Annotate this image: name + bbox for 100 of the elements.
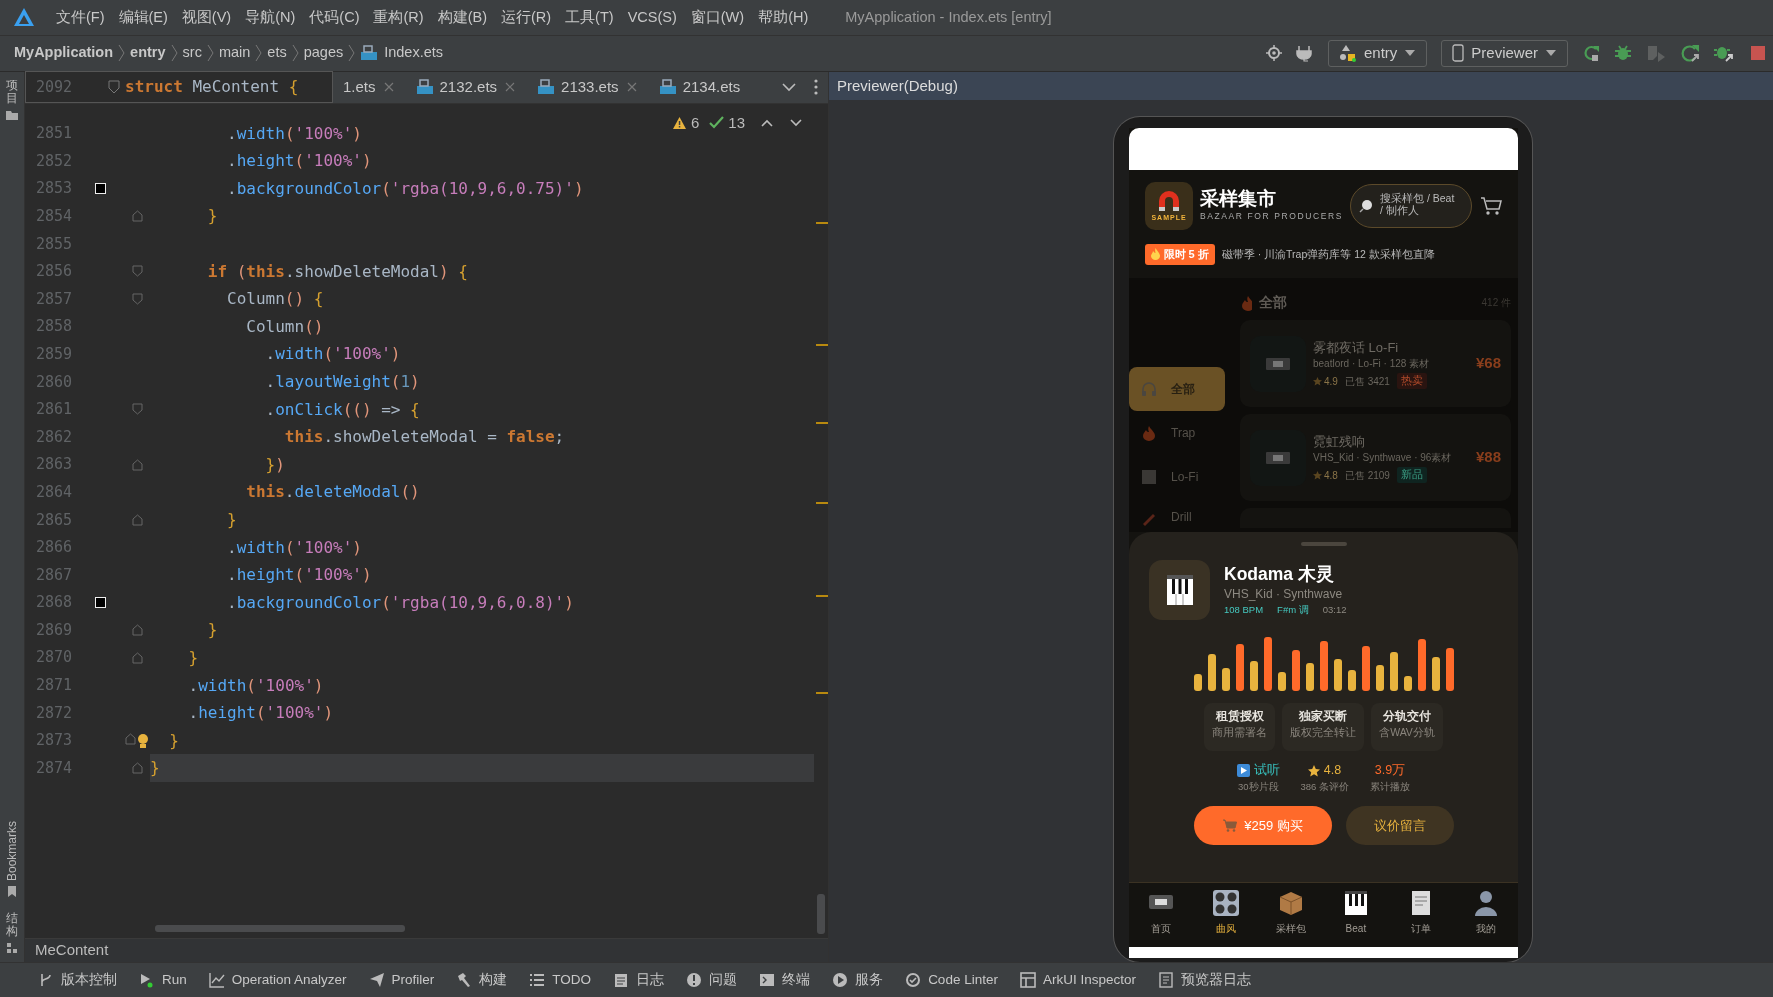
tool-window-button[interactable]: 构建 (454, 969, 518, 991)
stat-value: 4.8 (1323, 762, 1342, 780)
cart-icon[interactable] (1480, 196, 1502, 217)
tool-window-button[interactable]: Profiler (366, 969, 445, 991)
tool-window-button[interactable]: TODO (527, 969, 602, 991)
tab-bar-item[interactable]: 首页 (1132, 883, 1191, 936)
structure-icon[interactable] (6, 942, 18, 955)
product-card[interactable]: 雾都夜话 Lo-Fi beatlord · Lo-Fi · 128 素材 4.9 已售 3421 热卖 ¥68 (1240, 320, 1511, 408)
bookmarks-tool-tab[interactable]: Bookmarks (3, 820, 21, 881)
tool-window-button[interactable]: 服务 (830, 969, 894, 991)
breadcrumb-item[interactable]: pages (303, 42, 344, 65)
bookmark-icon[interactable] (7, 884, 17, 898)
tab-bar-item[interactable]: 订单 (1391, 883, 1450, 936)
menu-item[interactable]: 窗口(W) (683, 6, 752, 29)
breadcrumb-item[interactable]: Index.ets (384, 42, 444, 65)
track-title: Kodama 木灵 (1224, 563, 1335, 585)
product-rating: 4.8 (1324, 468, 1338, 483)
menu-item[interactable]: 视图(V) (174, 6, 239, 29)
fold-icon[interactable] (132, 651, 143, 664)
license-option[interactable]: 独家买断 版权完全转让 (1282, 703, 1365, 752)
more-icon[interactable] (814, 79, 818, 96)
menu-item[interactable]: 代码(C) (302, 6, 367, 29)
line-number: 2860 (34, 371, 73, 393)
license-option[interactable]: 租赁授权 商用需署名 (1204, 703, 1276, 752)
file-tab[interactable]: 2133.ets (527, 71, 649, 103)
locate-icon[interactable] (1265, 45, 1282, 62)
tool-window-button[interactable]: 问题 (684, 969, 748, 991)
horizontal-scrollbar[interactable] (155, 925, 405, 933)
tool-window-button[interactable]: 预览器日志 (1155, 969, 1261, 991)
plug-icon[interactable] (1295, 44, 1312, 63)
vertical-scrollbar[interactable] (817, 894, 825, 935)
debug-attach-icon[interactable] (1714, 44, 1734, 63)
search-field[interactable]: 搜采样包 / Beat / 制作人 (1350, 184, 1472, 229)
tab-bar-item[interactable]: 我的 (1456, 883, 1515, 936)
bug-icon[interactable] (1614, 44, 1632, 63)
close-icon[interactable] (383, 82, 394, 93)
tool-window-button[interactable]: Code Linter (903, 969, 1008, 991)
stop-icon[interactable] (1750, 45, 1766, 62)
tab-bar-item[interactable]: 采样包 (1262, 883, 1321, 936)
fold-icon[interactable] (132, 293, 143, 305)
product-card[interactable]: 霓虹残响 VHS_Kid · Synthwave · 96素材 4.8 已售 2109 新品 ¥88 (1240, 414, 1511, 502)
run-config-dropdown[interactable]: entry (1327, 39, 1428, 67)
ets-file-icon (537, 79, 556, 96)
structure-tool-tab[interactable]: 结构 (6, 911, 18, 939)
chevron-down-icon[interactable] (782, 82, 796, 93)
chevron-icon (118, 44, 126, 63)
drag-handle[interactable] (1300, 542, 1347, 547)
tool-window-button[interactable]: Operation Analyzer (206, 969, 357, 991)
code-line: }) (264, 453, 285, 476)
project-tool-tab[interactable]: 项目 (6, 78, 18, 106)
negotiate-button[interactable]: 议价留言 (1345, 806, 1454, 846)
menu-item[interactable]: 构建(B) (430, 6, 494, 29)
device-dropdown[interactable]: Previewer (1441, 39, 1568, 67)
menu-item[interactable]: 文件(F) (49, 6, 112, 29)
bulb-icon[interactable] (136, 732, 150, 749)
breadcrumb-item[interactable]: entry (130, 42, 166, 65)
chevron-down-icon[interactable] (790, 118, 802, 127)
close-icon[interactable] (626, 82, 637, 93)
rerun-icon[interactable] (1582, 44, 1600, 63)
tool-window-button[interactable]: 日志 (611, 969, 675, 991)
line-number: 2870 (34, 647, 73, 669)
breadcrumb-item[interactable]: MyApplication (14, 42, 114, 65)
menu-item[interactable]: 导航(N) (238, 6, 303, 29)
fold-icon[interactable] (108, 80, 120, 95)
chevron-up-icon[interactable] (760, 118, 773, 127)
attach-icon[interactable] (1646, 44, 1666, 63)
tab-bar-item[interactable]: 曲风 (1197, 883, 1256, 936)
fold-icon[interactable] (132, 458, 143, 471)
folder-icon[interactable] (5, 109, 19, 122)
breadcrumb-item[interactable]: ets (267, 42, 287, 65)
tab-bar-item[interactable]: Beat (1326, 883, 1385, 936)
menu-item[interactable]: 帮助(H) (751, 6, 816, 29)
file-tab[interactable]: 1.ets (333, 71, 406, 103)
menu-item[interactable]: 运行(R) (493, 6, 559, 29)
tool-window-button[interactable]: 终端 (757, 969, 821, 991)
tool-window-button[interactable]: Run (137, 969, 197, 991)
menu-item[interactable]: 工具(T) (558, 6, 621, 29)
tool-window-button[interactable]: 版本控制 (36, 969, 127, 991)
piano-icon (1165, 574, 1194, 607)
fold-icon[interactable] (132, 265, 143, 278)
breadcrumb-item[interactable]: main (218, 42, 251, 65)
license-option[interactable]: 分轨交付 含WAV分轨 (1371, 703, 1443, 752)
fold-icon[interactable] (132, 403, 143, 416)
fold-icon[interactable] (132, 762, 143, 775)
breadcrumb-item[interactable]: src (182, 42, 202, 65)
app-subtitle: BAZAAR FOR PRODUCERS (1200, 210, 1344, 223)
line-number: 2862 (34, 426, 73, 448)
menu-item[interactable]: 重构(R) (366, 6, 431, 29)
close-icon[interactable] (505, 82, 516, 93)
tool-window-button[interactable]: ArkUI Inspector (1017, 969, 1146, 991)
reload-icon[interactable] (1680, 44, 1700, 63)
fold-icon[interactable] (132, 624, 143, 637)
menu-item[interactable]: VCS(S) (620, 6, 684, 29)
code-line: .width('100%') (264, 343, 401, 366)
structure-breadcrumb[interactable]: MeContent (35, 939, 109, 962)
file-tab[interactable]: 2134.ets (648, 71, 753, 103)
menu-item[interactable]: 编辑(E) (111, 6, 175, 29)
fold-icon[interactable] (132, 513, 143, 526)
file-tab[interactable]: 2132.ets (405, 71, 528, 103)
fold-icon[interactable] (132, 210, 143, 223)
